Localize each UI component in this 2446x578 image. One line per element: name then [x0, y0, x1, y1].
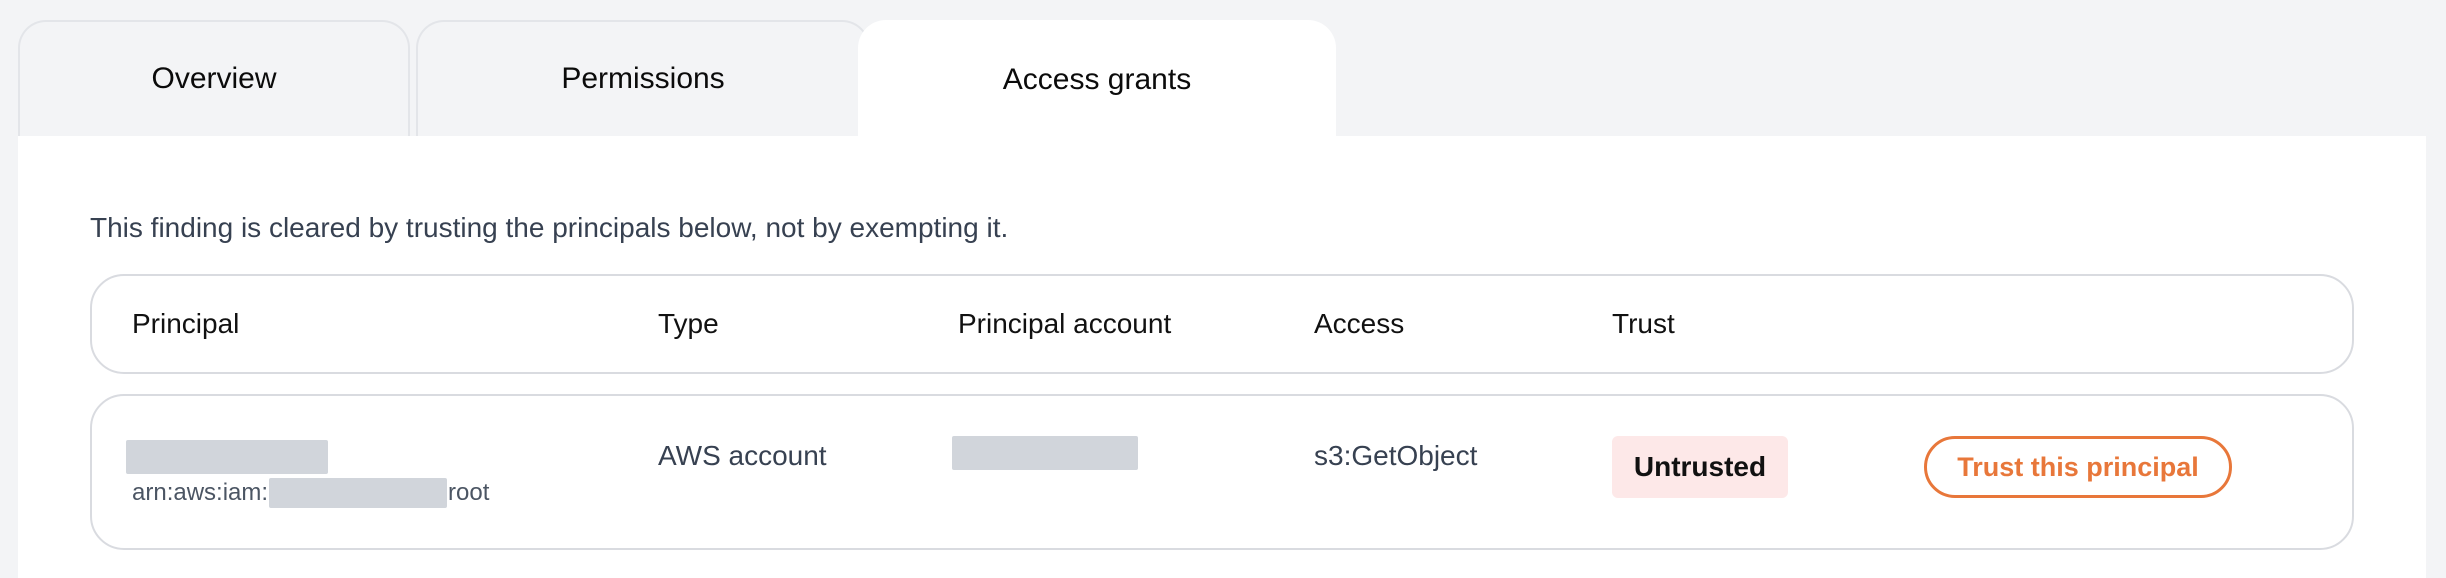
principal-type: AWS account	[658, 440, 827, 471]
arn-prefix: arn:aws:iam:	[132, 479, 269, 506]
tab-access-grants[interactable]: Access grants	[858, 20, 1336, 138]
column-header-trust: Trust	[1612, 308, 1675, 339]
trust-status-badge: Untrusted	[1612, 436, 1788, 498]
access-grants-panel: This finding is cleared by trusting the …	[18, 136, 2426, 578]
column-header-principal-account: Principal account	[958, 308, 1172, 339]
redacted-principal-account	[952, 436, 1138, 470]
tab-permissions[interactable]: Permissions	[416, 20, 870, 136]
access-action: s3:GetObject	[1314, 440, 1478, 471]
intro-text: This finding is cleared by trusting the …	[90, 212, 1009, 243]
table-header: Principal Type Principal account Access …	[90, 274, 2354, 374]
tab-overview[interactable]: Overview	[18, 20, 410, 136]
arn-suffix: root	[448, 479, 490, 506]
redacted-principal-name	[126, 440, 328, 474]
principal-arn: arn:aws:iam: root	[132, 478, 489, 508]
column-header-type: Type	[658, 308, 719, 339]
table-row: arn:aws:iam: root AWS account s3:GetObje…	[90, 394, 2354, 550]
redacted-account-id	[269, 478, 448, 508]
column-header-access: Access	[1314, 308, 1405, 339]
trust-principal-button[interactable]: Trust this principal	[1924, 436, 2232, 498]
column-header-principal: Principal	[132, 308, 240, 339]
